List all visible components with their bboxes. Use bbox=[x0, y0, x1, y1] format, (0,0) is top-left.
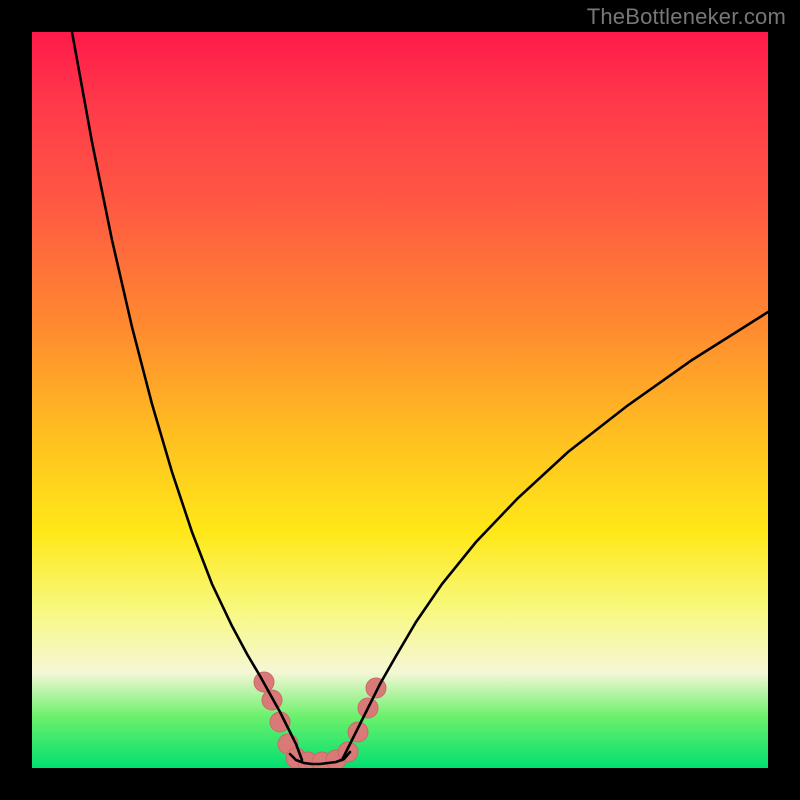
data-marker bbox=[270, 712, 290, 732]
curve-left-branch bbox=[72, 32, 302, 760]
curve-right-branch bbox=[342, 312, 768, 760]
data-marker bbox=[348, 722, 368, 742]
watermark-label: TheBottleneker.com bbox=[587, 4, 786, 30]
plot-frame bbox=[32, 32, 768, 768]
marker-group bbox=[254, 672, 386, 768]
plot-svg bbox=[32, 32, 768, 768]
